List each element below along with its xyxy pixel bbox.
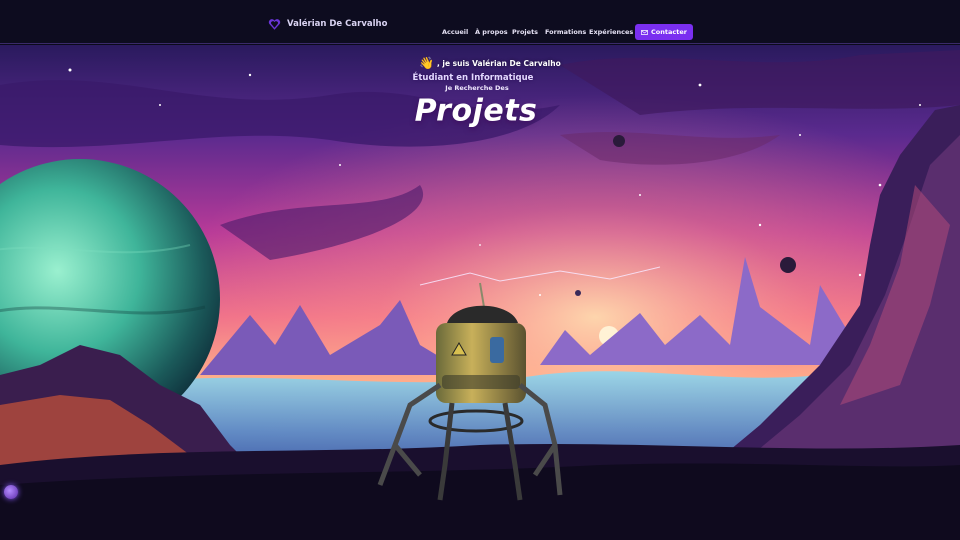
nav-link-experiences[interactable]: Expériences <box>589 28 633 36</box>
waving-hand-icon: 👋 <box>419 56 434 70</box>
contact-button-label: Contacter <box>651 28 687 36</box>
nav-link-a-propos[interactable]: À propos <box>475 28 508 36</box>
nav-link-accueil[interactable]: Accueil <box>442 28 468 36</box>
hero-greeting-text: , je suis Valérian De Carvalho <box>436 58 561 68</box>
nav-link-projets[interactable]: Projets <box>512 28 538 36</box>
hero-role: Étudiant en Informatique <box>412 73 534 83</box>
hero-typed-word: Projets <box>414 93 538 129</box>
heart-shield-icon <box>268 18 281 30</box>
hero-greeting: 👋 , je suis Valérian De Carvalho <box>419 57 561 69</box>
brand[interactable]: Valérian De Carvalho <box>268 16 387 32</box>
contact-button[interactable]: Contacter <box>635 24 693 40</box>
mail-icon <box>641 29 649 35</box>
navbar: Valérian De Carvalho Accueil À propos Pr… <box>0 0 960 44</box>
floating-orb-icon <box>4 485 18 499</box>
brand-name: Valérian De Carvalho <box>287 19 388 29</box>
nav-link-formations[interactable]: Formations <box>545 28 586 36</box>
hero-seeking: Je Recherche Des <box>445 84 509 92</box>
